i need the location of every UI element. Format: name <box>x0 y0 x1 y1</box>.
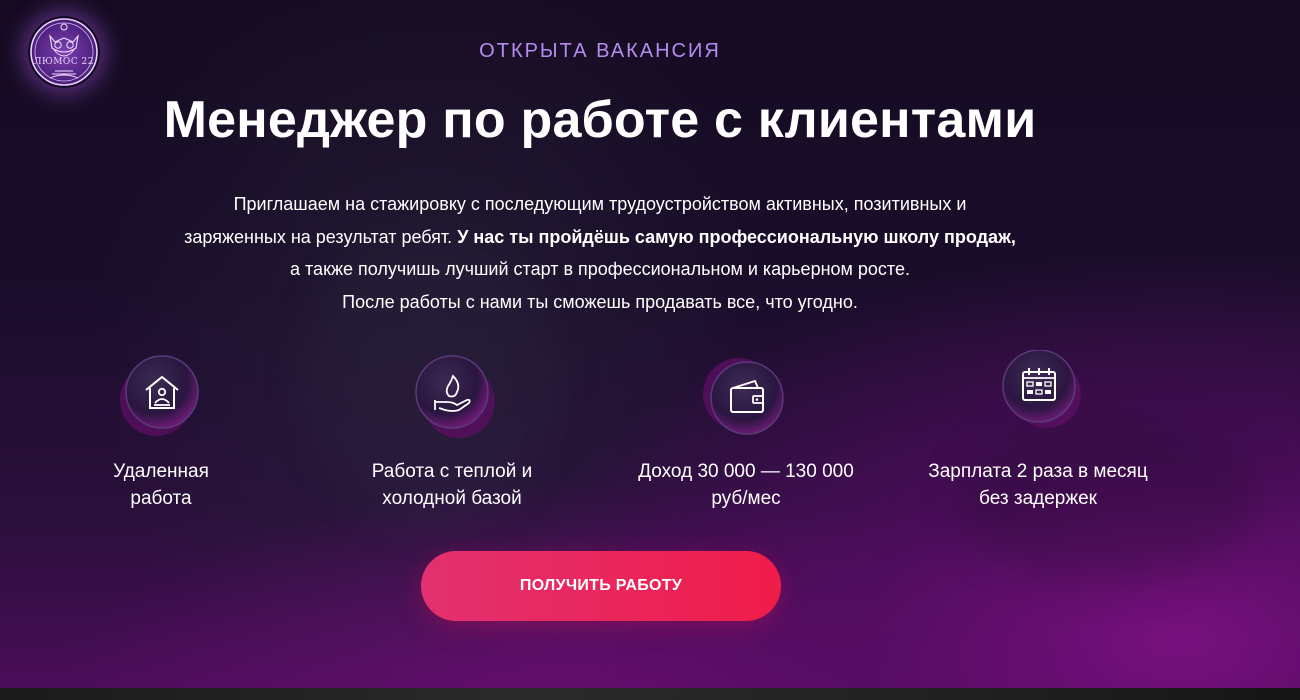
remote-work-house-icon <box>120 355 199 436</box>
feature-salary-schedule: Зарплата 2 раза в месяц без задержек <box>908 350 1168 509</box>
calendar-icon <box>1002 350 1081 428</box>
next-section-edge <box>0 688 1300 700</box>
feature-icon-badge <box>116 350 206 440</box>
description-line: заряженных на результат ребят. У нас ты … <box>0 221 1200 254</box>
feature-income: Доход 30 000 — 130 000 руб/мес <box>616 350 876 509</box>
feature-label: Работа с теплой и холодной базой <box>322 458 582 512</box>
description-text: заряженных на результат ребят. <box>184 226 458 247</box>
vacancy-eyebrow: ОТКРЫТА ВАКАНСИЯ <box>479 40 721 62</box>
feature-label-line: без задержек <box>979 488 1097 509</box>
wallet-icon <box>703 358 784 435</box>
feature-icon-badge <box>993 350 1083 440</box>
description-line: Приглашаем на стажировку с последующим т… <box>233 194 967 214</box>
feature-label-line: Зарплата 2 раза в месяц <box>928 461 1148 482</box>
hand-fire-icon <box>415 355 495 438</box>
feature-label-line: работа <box>130 488 192 509</box>
description-line: После работы с нами ты сможешь продавать… <box>342 291 858 312</box>
feature-label: Доход 30 000 — 130 000 руб/мес <box>616 458 876 512</box>
feature-label-line: Удаленная <box>113 461 209 482</box>
feature-label-line: холодной базой <box>382 488 522 509</box>
description-highlight: У нас ты пройдёшь самую профессиональную… <box>457 226 1016 247</box>
feature-icon-badge <box>701 350 791 440</box>
feature-label-line: Работа с теплой и <box>371 461 533 482</box>
feature-label-line: руб/мес <box>711 488 781 509</box>
get-job-button[interactable]: ПОЛУЧИТЬ РАБОТУ <box>421 551 781 621</box>
feature-icon-badge <box>407 350 497 440</box>
hero-section: ЛЮМОС 22 ОТКРЫТА ВАКАНСИЯ Менеджер по ра… <box>0 0 1300 688</box>
feature-warm-cold-base: Работа с теплой и холодной базой <box>322 350 582 509</box>
feature-label: Зарплата 2 раза в месяц без задержек <box>908 458 1168 512</box>
vacancy-description: Приглашаем на стажировку с последующим т… <box>0 188 1200 318</box>
feature-label-line: Доход 30 000 — 130 000 <box>638 461 854 482</box>
page-title: Менеджер по работе с клиентами <box>163 91 1037 149</box>
feature-label: Удаленная работа <box>31 458 291 512</box>
description-line: а также получишь лучший старт в професси… <box>290 259 910 279</box>
feature-remote-work: Удаленная работа <box>31 350 291 509</box>
